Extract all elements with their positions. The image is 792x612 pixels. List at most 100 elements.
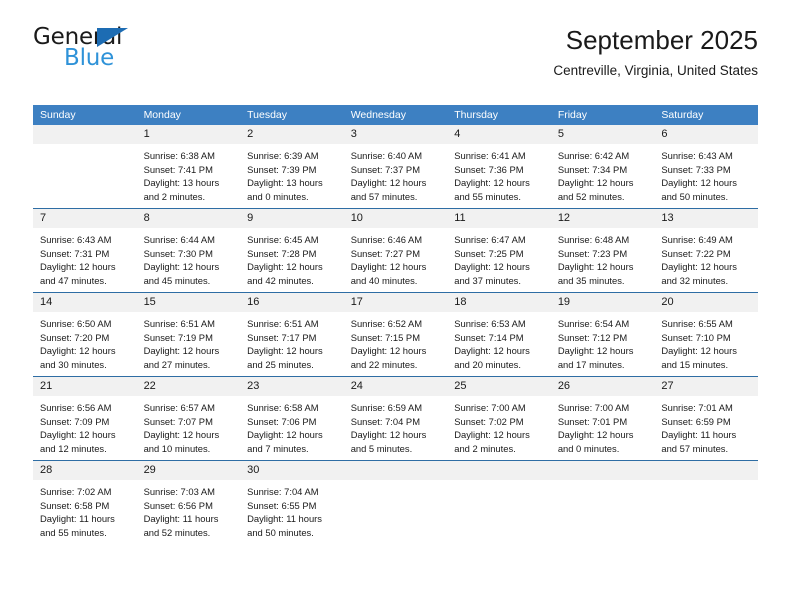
calendar-day-cell[interactable]: 23 Sunrise: 6:58 AM Sunset: 7:06 PM Dayligh… — [240, 376, 344, 461]
daylight-text-line1: Daylight: 13 hours — [143, 177, 220, 189]
calendar-grid: Sunday Monday Tuesday Wednesday Thursday… — [33, 105, 758, 544]
daylight-text-line2: and 47 minutes. — [40, 274, 107, 286]
calendar-day-cell[interactable]: 24 Sunrise: 6:59 AM Sunset: 7:04 PM Dayligh… — [343, 376, 448, 461]
calendar-empty-cell — [33, 125, 137, 209]
calendar-day-cell[interactable]: 8 Sunrise: 6:44 AM Sunset: 7:30 PM Daylight… — [136, 208, 241, 293]
calendar-day-cell[interactable]: 20 Sunrise: 6:55 AM Sunset: 7:10 PM Dayligh… — [654, 292, 758, 377]
sunset-text: Sunset: 7:10 PM — [661, 331, 731, 343]
calendar-day-cell[interactable]: 7 Sunrise: 6:43 AM Sunset: 7:31 PM Daylight… — [33, 208, 137, 293]
day-number: 30 — [240, 461, 344, 480]
calendar-empty-cell — [343, 460, 448, 544]
day-details: Sunrise: 6:39 AM Sunset: 7:39 PM Daylight:… — [240, 144, 344, 203]
day-details: Sunrise: 7:03 AM Sunset: 6:56 PM Daylight:… — [137, 480, 241, 539]
day-number: 16 — [240, 293, 344, 312]
calendar-day-cell[interactable]: 1 Sunrise: 6:38 AM Sunset: 7:41 PM Daylight… — [136, 125, 241, 209]
calendar-day-cell[interactable]: 4 Sunrise: 6:41 AM Sunset: 7:36 PM Daylight… — [447, 125, 551, 209]
day-number: 17 — [343, 293, 448, 312]
general-blue-logo[interactable]: General Blue — [33, 26, 233, 82]
sunrise-text: Sunrise: 6:48 AM — [557, 234, 630, 245]
sunrise-text: Sunrise: 7:00 AM — [557, 402, 630, 413]
calendar-day-cell[interactable]: 29 Sunrise: 7:03 AM Sunset: 6:56 PM Dayligh… — [136, 460, 241, 544]
sunrise-text: Sunrise: 6:51 AM — [247, 318, 319, 329]
day-number: 22 — [136, 377, 241, 396]
sunset-text: Sunset: 7:01 PM — [557, 415, 628, 427]
calendar-week-row: 7 Sunrise: 6:43 AM Sunset: 7:31 PM Daylight… — [33, 208, 758, 293]
day-number: 19 — [550, 293, 655, 312]
calendar-week-row: 14 Sunrise: 6:50 AM Sunset: 7:20 PM Dayligh… — [33, 292, 758, 377]
weekday-header-sunday: Sunday — [33, 105, 137, 125]
daylight-text-line1: Daylight: 11 hours — [40, 513, 115, 525]
sunrise-text: Sunrise: 6:55 AM — [661, 318, 733, 329]
calendar-day-cell[interactable]: 12 Sunrise: 6:48 AM Sunset: 7:23 PM Dayligh… — [550, 208, 655, 293]
day-details: Sunrise: 6:42 AM Sunset: 7:34 PM Daylight:… — [551, 144, 655, 203]
calendar-day-cell[interactable]: 15 Sunrise: 6:51 AM Sunset: 7:19 PM Dayligh… — [136, 292, 241, 377]
daylight-text-line1: Daylight: 12 hours — [247, 345, 323, 357]
daylight-text-line2: and 2 minutes. — [454, 442, 516, 454]
day-number: 1 — [136, 125, 241, 144]
sunrise-text: Sunrise: 6:47 AM — [454, 234, 526, 245]
sunset-text: Sunset: 6:55 PM — [247, 499, 317, 511]
calendar-day-cell[interactable]: 25 Sunrise: 7:00 AM Sunset: 7:02 PM Dayligh… — [447, 376, 551, 461]
sunset-text: Sunset: 7:09 PM — [40, 415, 110, 427]
calendar-day-cell[interactable]: 18 Sunrise: 6:53 AM Sunset: 7:14 PM Dayligh… — [447, 292, 551, 377]
calendar-day-cell[interactable]: 17 Sunrise: 6:52 AM Sunset: 7:15 PM Dayligh… — [343, 292, 448, 377]
weekday-header-thursday: Thursday — [447, 105, 551, 125]
calendar-day-cell[interactable]: 2 Sunrise: 6:39 AM Sunset: 7:39 PM Daylight… — [240, 125, 344, 209]
calendar-day-cell[interactable]: 13 Sunrise: 6:49 AM Sunset: 7:22 PM Dayligh… — [654, 208, 758, 293]
day-details: Sunrise: 6:52 AM Sunset: 7:15 PM Daylight:… — [344, 312, 448, 371]
daylight-text-line1: Daylight: 12 hours — [247, 429, 323, 441]
calendar-empty-cell — [550, 460, 655, 544]
day-number: 3 — [343, 125, 448, 144]
sunset-text: Sunset: 7:33 PM — [661, 163, 731, 175]
calendar-empty-cell — [447, 460, 551, 544]
calendar-day-cell[interactable]: 14 Sunrise: 6:50 AM Sunset: 7:20 PM Dayligh… — [33, 292, 137, 377]
sunrise-text: Sunrise: 6:39 AM — [247, 150, 319, 161]
day-number: 18 — [447, 293, 551, 312]
day-details: Sunrise: 6:40 AM Sunset: 7:37 PM Daylight:… — [344, 144, 448, 203]
calendar-day-cell[interactable]: 28 Sunrise: 7:02 AM Sunset: 6:58 PM Dayligh… — [33, 460, 137, 544]
calendar-day-cell[interactable]: 22 Sunrise: 6:57 AM Sunset: 7:07 PM Dayligh… — [136, 376, 241, 461]
sunset-text: Sunset: 7:41 PM — [143, 163, 213, 175]
calendar-day-cell[interactable]: 6 Sunrise: 6:43 AM Sunset: 7:33 PM Daylight… — [654, 125, 758, 209]
sunset-text: Sunset: 7:17 PM — [247, 331, 317, 343]
sunset-text: Sunset: 7:28 PM — [247, 247, 317, 259]
calendar-body: 1 Sunrise: 6:38 AM Sunset: 7:41 PM Daylight… — [33, 125, 758, 544]
calendar-day-cell[interactable]: 30 Sunrise: 7:04 AM Sunset: 6:55 PM Dayligh… — [240, 460, 344, 544]
day-details: Sunrise: 6:44 AM Sunset: 7:30 PM Daylight:… — [137, 228, 241, 287]
daylight-text-line1: Daylight: 12 hours — [661, 177, 737, 189]
sunset-text: Sunset: 6:59 PM — [661, 415, 731, 427]
calendar-day-cell[interactable]: 27 Sunrise: 7:01 AM Sunset: 6:59 PM Dayligh… — [654, 376, 758, 461]
daylight-text-line1: Daylight: 13 hours — [247, 177, 323, 189]
day-number: 23 — [240, 377, 344, 396]
day-details: Sunrise: 6:57 AM Sunset: 7:07 PM Daylight:… — [137, 396, 241, 455]
calendar-day-cell[interactable]: 9 Sunrise: 6:45 AM Sunset: 7:28 PM Daylight… — [240, 208, 344, 293]
daylight-text-line2: and 20 minutes. — [454, 358, 521, 370]
sunrise-text: Sunrise: 6:50 AM — [40, 318, 112, 329]
sunset-text: Sunset: 7:36 PM — [454, 163, 524, 175]
daylight-text-line1: Daylight: 12 hours — [454, 177, 530, 189]
daylight-text-line2: and 57 minutes. — [661, 442, 729, 454]
calendar-day-cell[interactable]: 10 Sunrise: 6:46 AM Sunset: 7:27 PM Dayligh… — [343, 208, 448, 293]
daylight-text-line1: Daylight: 12 hours — [557, 345, 634, 357]
day-number: 10 — [343, 209, 448, 228]
sunrise-text: Sunrise: 6:57 AM — [143, 402, 215, 413]
calendar-day-cell[interactable]: 11 Sunrise: 6:47 AM Sunset: 7:25 PM Dayligh… — [447, 208, 551, 293]
day-number: 2 — [240, 125, 344, 144]
sunrise-text: Sunrise: 6:54 AM — [557, 318, 630, 329]
daylight-text-line2: and 15 minutes. — [661, 358, 729, 370]
sunrise-text: Sunrise: 6:43 AM — [661, 150, 733, 161]
calendar-day-cell[interactable]: 5 Sunrise: 6:42 AM Sunset: 7:34 PM Daylight… — [550, 125, 655, 209]
daylight-text-line2: and 10 minutes. — [143, 442, 211, 454]
calendar-day-cell[interactable]: 3 Sunrise: 6:40 AM Sunset: 7:37 PM Daylight… — [343, 125, 448, 209]
calendar-day-cell[interactable]: 19 Sunrise: 6:54 AM Sunset: 7:12 PM Dayligh… — [550, 292, 655, 377]
sunrise-text: Sunrise: 6:44 AM — [143, 234, 215, 245]
sunset-text: Sunset: 7:20 PM — [40, 331, 110, 343]
daylight-text-line1: Daylight: 12 hours — [143, 429, 220, 441]
sunrise-text: Sunrise: 6:59 AM — [350, 402, 423, 413]
calendar-day-cell[interactable]: 16 Sunrise: 6:51 AM Sunset: 7:17 PM Dayligh… — [240, 292, 344, 377]
sunrise-text: Sunrise: 7:01 AM — [661, 402, 733, 413]
sunset-text: Sunset: 7:31 PM — [40, 247, 110, 259]
calendar-day-cell[interactable]: 21 Sunrise: 6:56 AM Sunset: 7:09 PM Dayligh… — [33, 376, 137, 461]
calendar-day-cell[interactable]: 26 Sunrise: 7:00 AM Sunset: 7:01 PM Dayligh… — [550, 376, 655, 461]
sunrise-text: Sunrise: 6:41 AM — [454, 150, 526, 161]
